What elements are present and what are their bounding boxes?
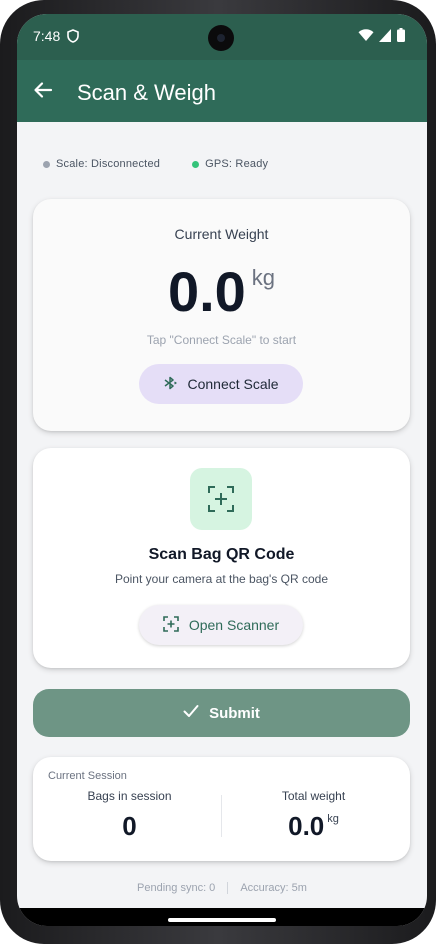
- battery-icon: [397, 28, 405, 47]
- bluetooth-searching-icon: [163, 376, 178, 393]
- total-weight-value: 0.0: [288, 811, 325, 841]
- connect-scale-button[interactable]: Connect Scale: [139, 364, 303, 404]
- bags-in-session: Bags in session 0: [37, 789, 222, 842]
- weight-value: 0.0: [167, 260, 246, 323]
- pending-sync: Pending sync: 0: [137, 882, 216, 894]
- weight-card: Current Weight 0.0 kg Tap "Connect Scale"…: [33, 199, 410, 431]
- app-bar: Scan & Weigh: [17, 60, 427, 122]
- session-card: Current Session Bags in session 0 Total …: [33, 757, 410, 861]
- wifi-icon: [358, 28, 374, 47]
- front-camera: [208, 25, 234, 51]
- system-status-bar: 7:48: [17, 14, 427, 60]
- footer-divider: [227, 882, 229, 894]
- gps-status: GPS: Ready: [192, 158, 268, 170]
- page-title: Scan & Weigh: [77, 80, 217, 105]
- open-scanner-label: Open Scanner: [188, 617, 280, 633]
- weight-label: Current Weight: [174, 226, 269, 242]
- device-frame: 7:48 Scan & Weigh Scale: Disconnected GP…: [0, 0, 436, 944]
- total-weight-label: Total weight: [281, 789, 346, 803]
- scan-card: Scan Bag QR Code Point your camera at th…: [33, 448, 410, 668]
- total-weight: Total weight 0.0 kg: [221, 789, 406, 842]
- arrow-left-icon: [33, 82, 53, 104]
- bags-label: Bags in session: [87, 789, 172, 803]
- scan-title: Scan Bag QR Code: [148, 546, 295, 563]
- shield-icon: [67, 29, 79, 48]
- scan-subtitle: Point your camera at the bag's QR code: [114, 572, 329, 586]
- sync-footer: Pending sync: 0 Accuracy: 5m: [17, 882, 427, 894]
- status-icons: [358, 28, 405, 47]
- home-indicator[interactable]: [168, 918, 276, 922]
- scale-status-dot: [43, 160, 50, 168]
- scale-status-label: Scale: Disconnected: [56, 158, 161, 170]
- weight-unit: kg: [251, 265, 276, 290]
- clock: 7:48: [33, 28, 61, 44]
- main-content: Scale: Disconnected GPS: Ready Current W…: [17, 122, 427, 926]
- open-scanner-button[interactable]: Open Scanner: [139, 605, 303, 645]
- qr-scan-icon: [190, 468, 252, 530]
- total-weight-display: 0.0 kg: [221, 811, 406, 842]
- total-weight-unit: kg: [327, 813, 339, 825]
- gps-status-dot: [192, 160, 200, 168]
- phone-screen: 7:48 Scan & Weigh Scale: Disconnected GP…: [17, 14, 427, 926]
- connect-scale-label: Connect Scale: [187, 376, 279, 392]
- submit-button[interactable]: Submit: [33, 689, 410, 737]
- gps-status-label: GPS: Ready: [205, 158, 269, 170]
- scale-status: Scale: Disconnected: [43, 158, 160, 170]
- weight-display: 0.0 kg: [33, 259, 410, 324]
- session-title: Current Session: [48, 770, 127, 782]
- check-icon: [183, 704, 199, 722]
- scan-icon: [163, 615, 179, 635]
- gps-accuracy: Accuracy: 5m: [240, 882, 307, 894]
- navigation-bar: [17, 908, 427, 926]
- signal-icon: [379, 28, 392, 47]
- bags-value: 0: [122, 811, 137, 841]
- weight-hint: Tap "Connect Scale" to start: [146, 333, 297, 347]
- connection-status-row: Scale: Disconnected GPS: Ready: [43, 158, 268, 170]
- submit-label: Submit: [209, 704, 260, 722]
- back-button[interactable]: [33, 80, 57, 104]
